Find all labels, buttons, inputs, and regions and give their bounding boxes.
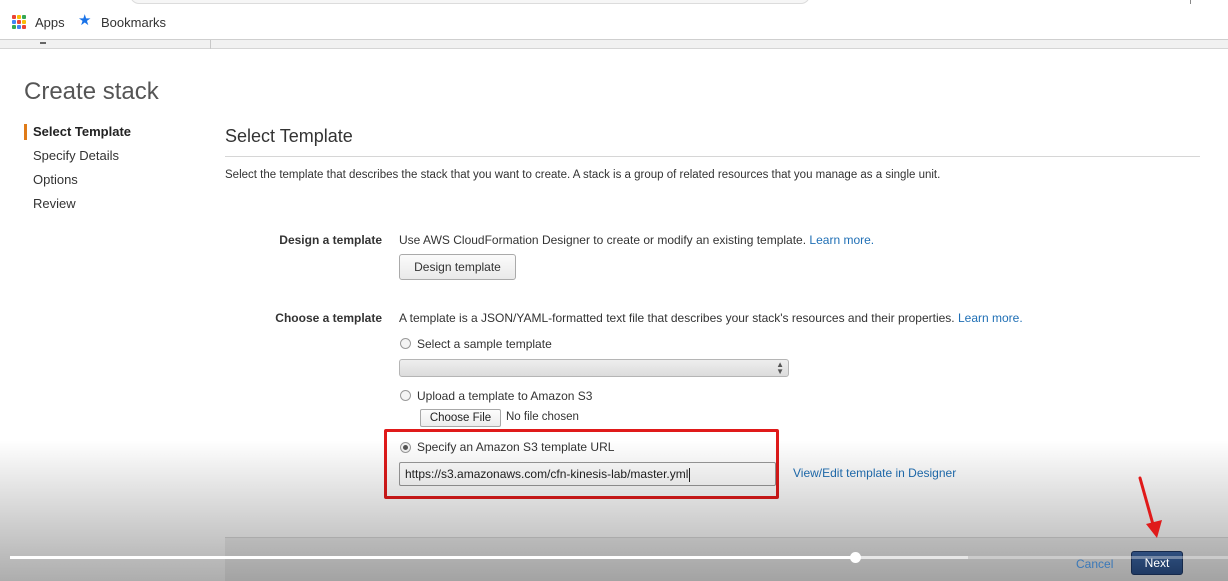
step-select-template[interactable]: Select Template [24, 123, 204, 147]
bookmark-apps[interactable]: Apps [35, 15, 65, 30]
design-template-button[interactable]: Design template [399, 254, 516, 280]
choose-template-description: A template is a JSON/YAML-formatted text… [399, 311, 955, 325]
video-progress-knob[interactable] [850, 552, 861, 563]
radio-upload-template[interactable] [400, 390, 411, 401]
address-bar[interactable] [130, 0, 810, 4]
section-divider [225, 156, 1200, 157]
browser-bookmarks-bar: Apps ★ Bookmarks [0, 0, 1228, 40]
chevron-down-icon[interactable] [40, 41, 46, 44]
sample-template-select[interactable]: ▲ ▼ [399, 359, 789, 377]
header-divider [210, 40, 211, 49]
design-template-description: Use AWS CloudFormation Designer to creat… [399, 233, 807, 247]
choose-template-label: Choose a template [275, 311, 382, 325]
view-edit-designer-link[interactable]: View/Edit template in Designer [793, 466, 956, 480]
choose-file-button[interactable]: Choose File [420, 409, 501, 427]
red-arrow-shaft [1138, 476, 1156, 530]
choose-learn-more-link[interactable]: Learn more. [958, 311, 1023, 325]
red-arrow-annotation [1138, 476, 1162, 538]
red-arrow-head [1146, 520, 1162, 538]
wizard-steps-nav: Select Template Specify Details Options … [24, 123, 204, 219]
star-icon[interactable]: ★ [78, 12, 91, 30]
page-title: Create stack [24, 78, 159, 105]
design-learn-more-link[interactable]: Learn more. [809, 233, 874, 247]
design-template-label: Design a template [279, 233, 382, 247]
video-progress-played [10, 556, 855, 559]
file-chosen-status: No file chosen [506, 411, 579, 423]
section-title: Select Template [225, 126, 353, 146]
section-description: Select the template that describes the s… [225, 169, 941, 181]
step-specify-details[interactable]: Specify Details [24, 147, 204, 171]
cancel-link[interactable]: Cancel [1076, 557, 1113, 571]
design-template-text: Use AWS CloudFormation Designer to creat… [399, 233, 874, 247]
red-highlight-annotation [384, 429, 779, 499]
radio-sample-template-label[interactable]: Select a sample template [417, 337, 552, 351]
step-options[interactable]: Options [24, 171, 204, 195]
next-button[interactable]: Next [1131, 551, 1183, 575]
step-review[interactable]: Review [24, 195, 204, 219]
radio-upload-template-label[interactable]: Upload a template to Amazon S3 [417, 389, 592, 403]
window-corner-mark [1190, 0, 1198, 4]
apps-grid-icon[interactable] [12, 15, 26, 29]
console-header-strip [0, 40, 1228, 49]
choose-template-text: A template is a JSON/YAML-formatted text… [399, 311, 1023, 325]
bookmark-bookmarks[interactable]: Bookmarks [101, 15, 166, 30]
radio-sample-template[interactable] [400, 338, 411, 349]
select-arrows-icon: ▲ ▼ [776, 360, 784, 376]
